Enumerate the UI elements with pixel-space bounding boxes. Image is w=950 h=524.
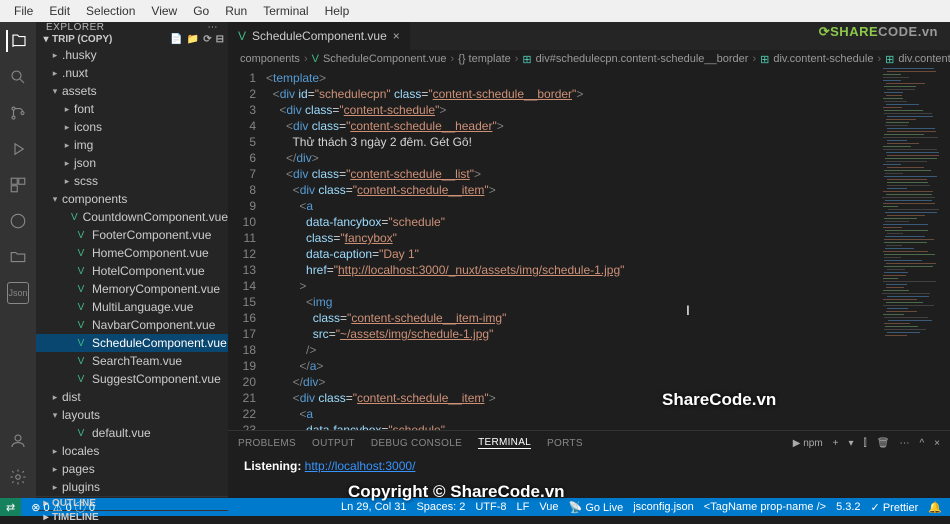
account-icon[interactable]: [7, 430, 29, 452]
tree-item-SuggestComponent-vue[interactable]: VSuggestComponent.vue: [36, 370, 228, 388]
activity-bar: Json: [0, 22, 36, 498]
tree-item-icons[interactable]: ▸icons: [36, 118, 228, 136]
menu-go[interactable]: Go: [185, 4, 217, 18]
editor-area: V ScheduleComponent.vue × components› VS…: [228, 22, 950, 498]
maximize-icon[interactable]: ^: [919, 438, 924, 449]
status-version[interactable]: 5.3.2: [836, 501, 860, 513]
tree-item--nuxt[interactable]: ▸.nuxt: [36, 64, 228, 82]
new-file-icon[interactable]: 📄: [170, 34, 182, 45]
close-panel-icon[interactable]: ×: [934, 438, 940, 449]
status-eol[interactable]: LF: [517, 501, 530, 513]
menu-selection[interactable]: Selection: [78, 4, 143, 18]
tree-item-json[interactable]: ▸json: [36, 154, 228, 172]
terminal-body[interactable]: Listening: http://localhost:3000/: [228, 455, 950, 498]
menubar: File Edit Selection View Go Run Terminal…: [0, 0, 950, 22]
json-icon[interactable]: Json: [7, 282, 29, 304]
panel-tab-output[interactable]: OUTPUT: [312, 438, 355, 449]
settings-icon[interactable]: [7, 466, 29, 488]
status-golive[interactable]: 📡 Go Live: [569, 501, 624, 514]
status-spaces[interactable]: Spaces: 2: [416, 501, 465, 513]
explorer-title: EXPLORER: [46, 22, 104, 33]
status-errors[interactable]: ⊗ 0 ⚠ 0 ⓘ 0: [31, 499, 95, 515]
tree-item-NavbarComponent-vue[interactable]: VNavbarComponent.vue: [36, 316, 228, 334]
panel-tab-problems[interactable]: PROBLEMS: [238, 438, 296, 449]
tree-item-components[interactable]: ▾components: [36, 190, 228, 208]
collapse-icon[interactable]: ⊟: [216, 34, 224, 45]
trash-icon[interactable]: 🗑: [877, 438, 890, 449]
breadcrumb[interactable]: components› VScheduleComponent.vue› {} t…: [228, 50, 950, 68]
debug-icon[interactable]: [7, 138, 29, 160]
tree-item-scss[interactable]: ▸scss: [36, 172, 228, 190]
remote-indicator[interactable]: ⇄: [0, 498, 21, 516]
tree-item-locales[interactable]: ▸locales: [36, 442, 228, 460]
more-icon[interactable]: ⋯: [899, 438, 909, 449]
new-folder-icon[interactable]: 📁: [187, 34, 199, 45]
tree-item-layouts[interactable]: ▾layouts: [36, 406, 228, 424]
menu-file[interactable]: File: [6, 4, 41, 18]
panel-tab-terminal[interactable]: TERMINAL: [478, 437, 531, 449]
status-tagname[interactable]: <TagName prop-name />: [704, 501, 826, 513]
tree-item-pages[interactable]: ▸pages: [36, 460, 228, 478]
extensions-icon[interactable]: [7, 174, 29, 196]
tree-item-HotelComponent-vue[interactable]: VHotelComponent.vue: [36, 262, 228, 280]
menu-edit[interactable]: Edit: [41, 4, 78, 18]
folder-icon[interactable]: [7, 246, 29, 268]
minimap[interactable]: [880, 68, 950, 430]
tree-item-MultiLanguage-vue[interactable]: VMultiLanguage.vue: [36, 298, 228, 316]
new-terminal-icon[interactable]: +: [833, 438, 839, 449]
tree-item--husky[interactable]: ▸.husky: [36, 46, 228, 64]
tree-item-default-vue[interactable]: Vdefault.vue: [36, 424, 228, 442]
explorer-icon[interactable]: [6, 30, 28, 52]
terminal-dropdown-icon[interactable]: ▾: [849, 438, 854, 449]
split-terminal-icon[interactable]: ⫿: [864, 438, 867, 449]
tree-item-img[interactable]: ▸img: [36, 136, 228, 154]
tree-item-SearchTeam-vue[interactable]: VSearchTeam.vue: [36, 352, 228, 370]
tree-item-ScheduleComponent-vue[interactable]: VScheduleComponent.vue: [36, 334, 228, 352]
source-control-icon[interactable]: [7, 102, 29, 124]
refresh-icon[interactable]: ⟳: [203, 34, 211, 45]
text-cursor-icon: I: [686, 302, 690, 318]
terminal-shell[interactable]: ▶ npm: [793, 438, 823, 449]
search-icon[interactable]: [7, 66, 29, 88]
vue-icon: V: [238, 29, 246, 43]
status-prettier[interactable]: ✓ Prettier: [871, 501, 919, 514]
status-lang[interactable]: Vue: [539, 501, 558, 513]
sharecode-logo: ⟳SHARECODE.vn: [819, 24, 938, 40]
panel-tab-ports[interactable]: PORTS: [547, 438, 583, 449]
menu-run[interactable]: Run: [217, 4, 255, 18]
code-content[interactable]: <template> <div id="schedulecpn" class="…: [266, 68, 880, 430]
menu-terminal[interactable]: Terminal: [255, 4, 316, 18]
explorer-sidebar: EXPLORER ⋯ ▾ TRIP (COPY) 📄 📁 ⟳ ⊟ ▸.husky…: [36, 22, 228, 498]
bottom-panel: PROBLEMS OUTPUT DEBUG CONSOLE TERMINAL P…: [228, 430, 950, 498]
project-root[interactable]: ▾ TRIP (COPY) 📄 📁 ⟳ ⊟: [36, 33, 228, 46]
status-cursor[interactable]: Ln 29, Col 31: [341, 501, 406, 513]
tree-item-HomeComponent-vue[interactable]: VHomeComponent.vue: [36, 244, 228, 262]
menu-help[interactable]: Help: [317, 4, 358, 18]
status-encoding[interactable]: UTF-8: [475, 501, 506, 513]
tree-item-MemoryComponent-vue[interactable]: VMemoryComponent.vue: [36, 280, 228, 298]
explorer-more-icon[interactable]: ⋯: [208, 22, 219, 33]
status-bell-icon[interactable]: 🔔: [928, 501, 942, 514]
tree-item-assets[interactable]: ▾assets: [36, 82, 228, 100]
tree-item-font[interactable]: ▸font: [36, 100, 228, 118]
line-gutter: 1234567891011121314151617181920212223242…: [228, 68, 266, 430]
tree-item-CountdownComponent-vue[interactable]: VCountdownComponent.vue: [36, 208, 228, 226]
tree-item-FooterComponent-vue[interactable]: VFooterComponent.vue: [36, 226, 228, 244]
panel-tab-debug[interactable]: DEBUG CONSOLE: [371, 438, 462, 449]
status-jsconfig[interactable]: jsconfig.json: [633, 501, 694, 513]
remote-icon[interactable]: [7, 210, 29, 232]
menu-view[interactable]: View: [143, 4, 185, 18]
close-icon[interactable]: ×: [393, 29, 400, 43]
tree-item-plugins[interactable]: ▸plugins: [36, 478, 228, 496]
tab-schedulecomponent[interactable]: V ScheduleComponent.vue ×: [228, 22, 411, 50]
tree-item-dist[interactable]: ▸dist: [36, 388, 228, 406]
